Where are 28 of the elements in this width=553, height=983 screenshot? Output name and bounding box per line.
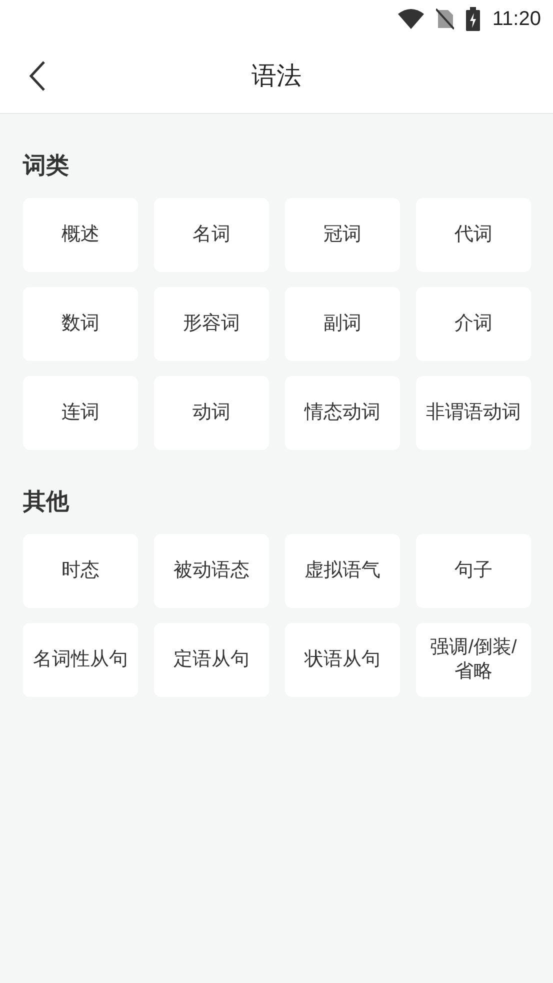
page-title: 语法 (252, 61, 302, 92)
section-title: 词类 (23, 151, 70, 180)
topic-button[interactable]: 时态 (23, 534, 138, 608)
topic-button[interactable]: 名词性从句 (23, 623, 138, 697)
topic-button[interactable]: 非谓语动词 (416, 376, 531, 450)
section-title: 其他 (23, 487, 70, 516)
topic-button[interactable]: 句子 (416, 534, 531, 608)
topic-button[interactable]: 动词 (154, 376, 269, 450)
topic-button[interactable]: 副词 (285, 287, 400, 361)
status-time: 11:20 (492, 8, 541, 30)
topic-button[interactable]: 情态动词 (285, 376, 400, 450)
topic-button[interactable]: 数词 (23, 287, 138, 361)
topic-button[interactable]: 名词 (154, 198, 269, 272)
topic-button[interactable]: 虚拟语气 (285, 534, 400, 608)
topic-button[interactable]: 形容词 (154, 287, 269, 361)
topic-button[interactable]: 定语从句 (154, 623, 269, 697)
topic-button[interactable]: 状语从句 (285, 623, 400, 697)
topic-button[interactable]: 冠词 (285, 198, 400, 272)
topic-button[interactable]: 代词 (416, 198, 531, 272)
wifi-icon (398, 9, 424, 29)
back-icon (28, 60, 48, 92)
topic-button[interactable]: 强调/倒装/省略 (416, 623, 531, 697)
battery-icon (466, 7, 480, 31)
topic-button[interactable]: 被动语态 (154, 534, 269, 608)
topic-button[interactable]: 概述 (23, 198, 138, 272)
topic-button[interactable]: 介词 (416, 287, 531, 361)
no-sim-icon (436, 8, 454, 30)
topic-button[interactable]: 连词 (23, 376, 138, 450)
